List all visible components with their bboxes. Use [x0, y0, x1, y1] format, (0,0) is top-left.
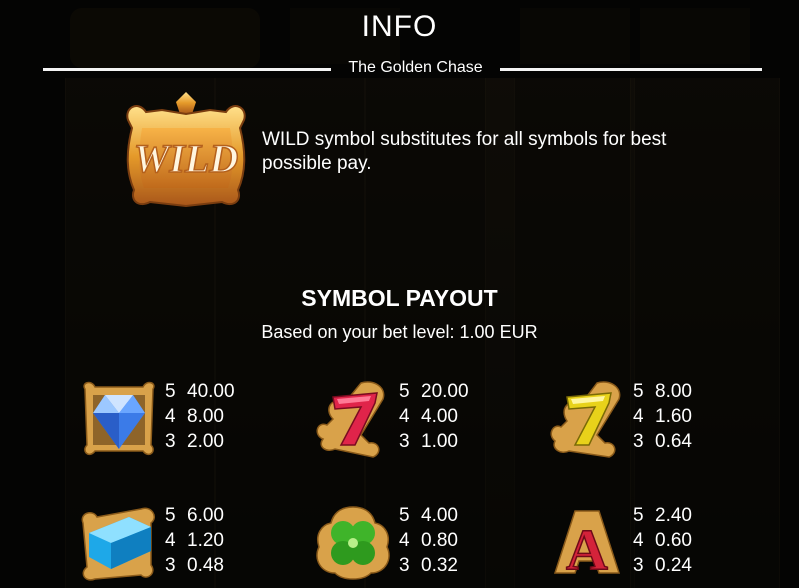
page-title: INFO — [361, 10, 438, 43]
payout-row: 4 0.80 — [399, 530, 458, 551]
payout-subtitle: Based on your bet level: 1.00 EUR — [261, 322, 538, 342]
payout-row: 5 8.00 — [633, 381, 692, 402]
divider-left — [43, 68, 331, 71]
payout-row: 4 1.20 — [165, 530, 224, 551]
payout-title: SYMBOL PAYOUT — [301, 285, 498, 311]
letter-a-icon: A — [553, 510, 621, 583]
payout-row: 5 6.00 — [165, 505, 224, 526]
red-seven-icon — [316, 381, 385, 458]
payout-values: 5 8.00 4 1.60 3 0.64 — [633, 379, 692, 454]
blue-gem-bar-icon — [81, 507, 155, 581]
payout-row: 5 4.00 — [399, 505, 458, 526]
clover-icon — [316, 506, 390, 580]
divider-right — [500, 68, 762, 71]
payout-row: 3 0.24 — [633, 555, 692, 576]
payout-values: 5 20.00 4 4.00 3 1.00 — [399, 379, 469, 454]
wild-description: WILD symbol substitutes for all symbols … — [262, 129, 667, 174]
payout-row: 4 0.60 — [633, 530, 692, 551]
wild-crown-icon: WILD — [126, 92, 246, 208]
info-page: INFO The Golden Chase WILD WILD symbol s… — [0, 0, 799, 588]
payout-row: 5 40.00 — [165, 381, 235, 402]
yellow-seven-icon — [550, 381, 621, 458]
payout-row: 3 0.64 — [633, 431, 692, 452]
payout-values: 5 4.00 4 0.80 3 0.32 — [399, 503, 458, 578]
payout-row: 3 0.48 — [165, 555, 224, 576]
svg-text:WILD: WILD — [134, 136, 238, 181]
payout-values: 5 40.00 4 8.00 3 2.00 — [165, 379, 235, 454]
payout-row: 4 1.60 — [633, 406, 692, 427]
payout-row: 3 2.00 — [165, 431, 224, 452]
payout-row: 5 2.40 — [633, 505, 692, 526]
payout-row: 5 20.00 — [399, 381, 469, 402]
game-name: The Golden Chase — [348, 59, 483, 76]
payout-row: 4 4.00 — [399, 406, 458, 427]
payout-row: 4 8.00 — [165, 406, 224, 427]
payout-row: 3 0.32 — [399, 555, 458, 576]
blue-diamond-icon — [83, 381, 155, 456]
payout-values: 5 6.00 4 1.20 3 0.48 — [165, 503, 224, 578]
svg-text:A: A — [566, 517, 608, 582]
payout-row: 3 1.00 — [399, 431, 458, 452]
payout-values: 5 2.40 4 0.60 3 0.24 — [633, 503, 692, 578]
